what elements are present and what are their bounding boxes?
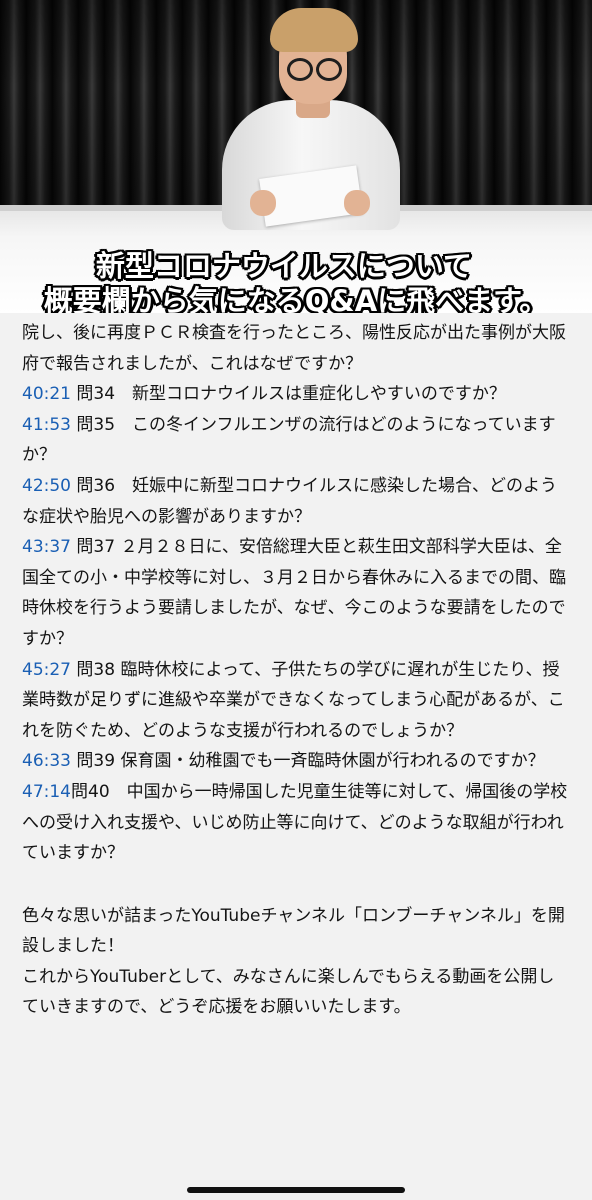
timestamp-link[interactable]: 40:21 [22, 384, 71, 404]
description-intro: 院し、後に再度ＰＣＲ検査を行ったところ、陽性反応が出た事例が大阪府で報告されまし… [22, 323, 566, 374]
chapter-text: 問40 中国から一時帰国した児童生徒等に対して、帰国後の学校への受け入れ支援や、… [22, 781, 568, 864]
chapter-entry: 46:33 問39 保育園・幼稚園でも一斉臨時休園が行われるのですか？ [22, 746, 570, 777]
chapter-text: 問37 ２月２８日に、安倍総理大臣と萩生田文部科学大臣は、全国全ての小・中学校等… [22, 537, 566, 649]
channel-message: これからYouTuberとして、みなさんに楽しんでもらえる動画を公開していきます… [22, 966, 555, 1018]
chapter-entry: 43:37 問37 ２月２８日に、安倍総理大臣と萩生田文部科学大臣は、全国全ての… [22, 532, 570, 654]
home-indicator[interactable] [187, 1187, 405, 1193]
video-player[interactable]: 新型コロナウイルスについて 概要欄から気になるQ&Aに飛べます。 [0, 0, 592, 313]
chapter-entry: 47:14問40 中国から一時帰国した児童生徒等に対して、帰国後の学校への受け入… [22, 777, 570, 869]
video-description: 院し、後に再度ＰＣＲ検査を行ったところ、陽性反応が出た事例が大阪府で報告されまし… [0, 318, 592, 1023]
timestamp-link[interactable]: 43:37 [22, 537, 71, 557]
chapter-text: 問35 この冬インフルエンザの流行はどのようになっていますか？ [22, 414, 556, 466]
chapter-entry: 42:50 問36 妊娠中に新型コロナウイルスに感染した場合、どのような症状や胎… [22, 471, 570, 532]
chapter-text: 問36 妊娠中に新型コロナウイルスに感染した場合、どのような症状や胎児への影響が… [22, 475, 558, 527]
chapter-entry: 45:27 問38 臨時休校によって、子供たちの学びに遅れが生じたり、授業時数が… [22, 655, 570, 747]
chapter-text: 問34 新型コロナウイルスは重症化しやすいのですか？ [71, 384, 506, 405]
chapter-entry: 41:53 問35 この冬インフルエンザの流行はどのようになっていますか？ [22, 410, 570, 471]
chapter-text: 問39 保育園・幼稚園でも一斉臨時休園が行われるのですか？ [71, 751, 545, 772]
video-caption-line2: 概要欄から気になるQ&Aに飛べます。 [43, 284, 549, 313]
channel-announcement: 色々な思いが詰まったYouTubeチャンネル「ロンブーチャンネル」を開設しました… [22, 905, 565, 957]
chapter-text: 問38 臨時休校によって、子供たちの学びに遅れが生じたり、授業時数が足りずに進級… [22, 659, 565, 741]
timestamp-link[interactable]: 41:53 [22, 415, 71, 435]
glasses [287, 58, 313, 81]
timestamp-link[interactable]: 47:14 [22, 782, 71, 802]
chapter-entry: 40:21 問34 新型コロナウイルスは重症化しやすいのですか？ [22, 379, 570, 410]
timestamp-link[interactable]: 42:50 [22, 476, 71, 496]
timestamp-link[interactable]: 46:33 [22, 751, 71, 771]
timestamp-link[interactable]: 45:27 [22, 660, 71, 680]
